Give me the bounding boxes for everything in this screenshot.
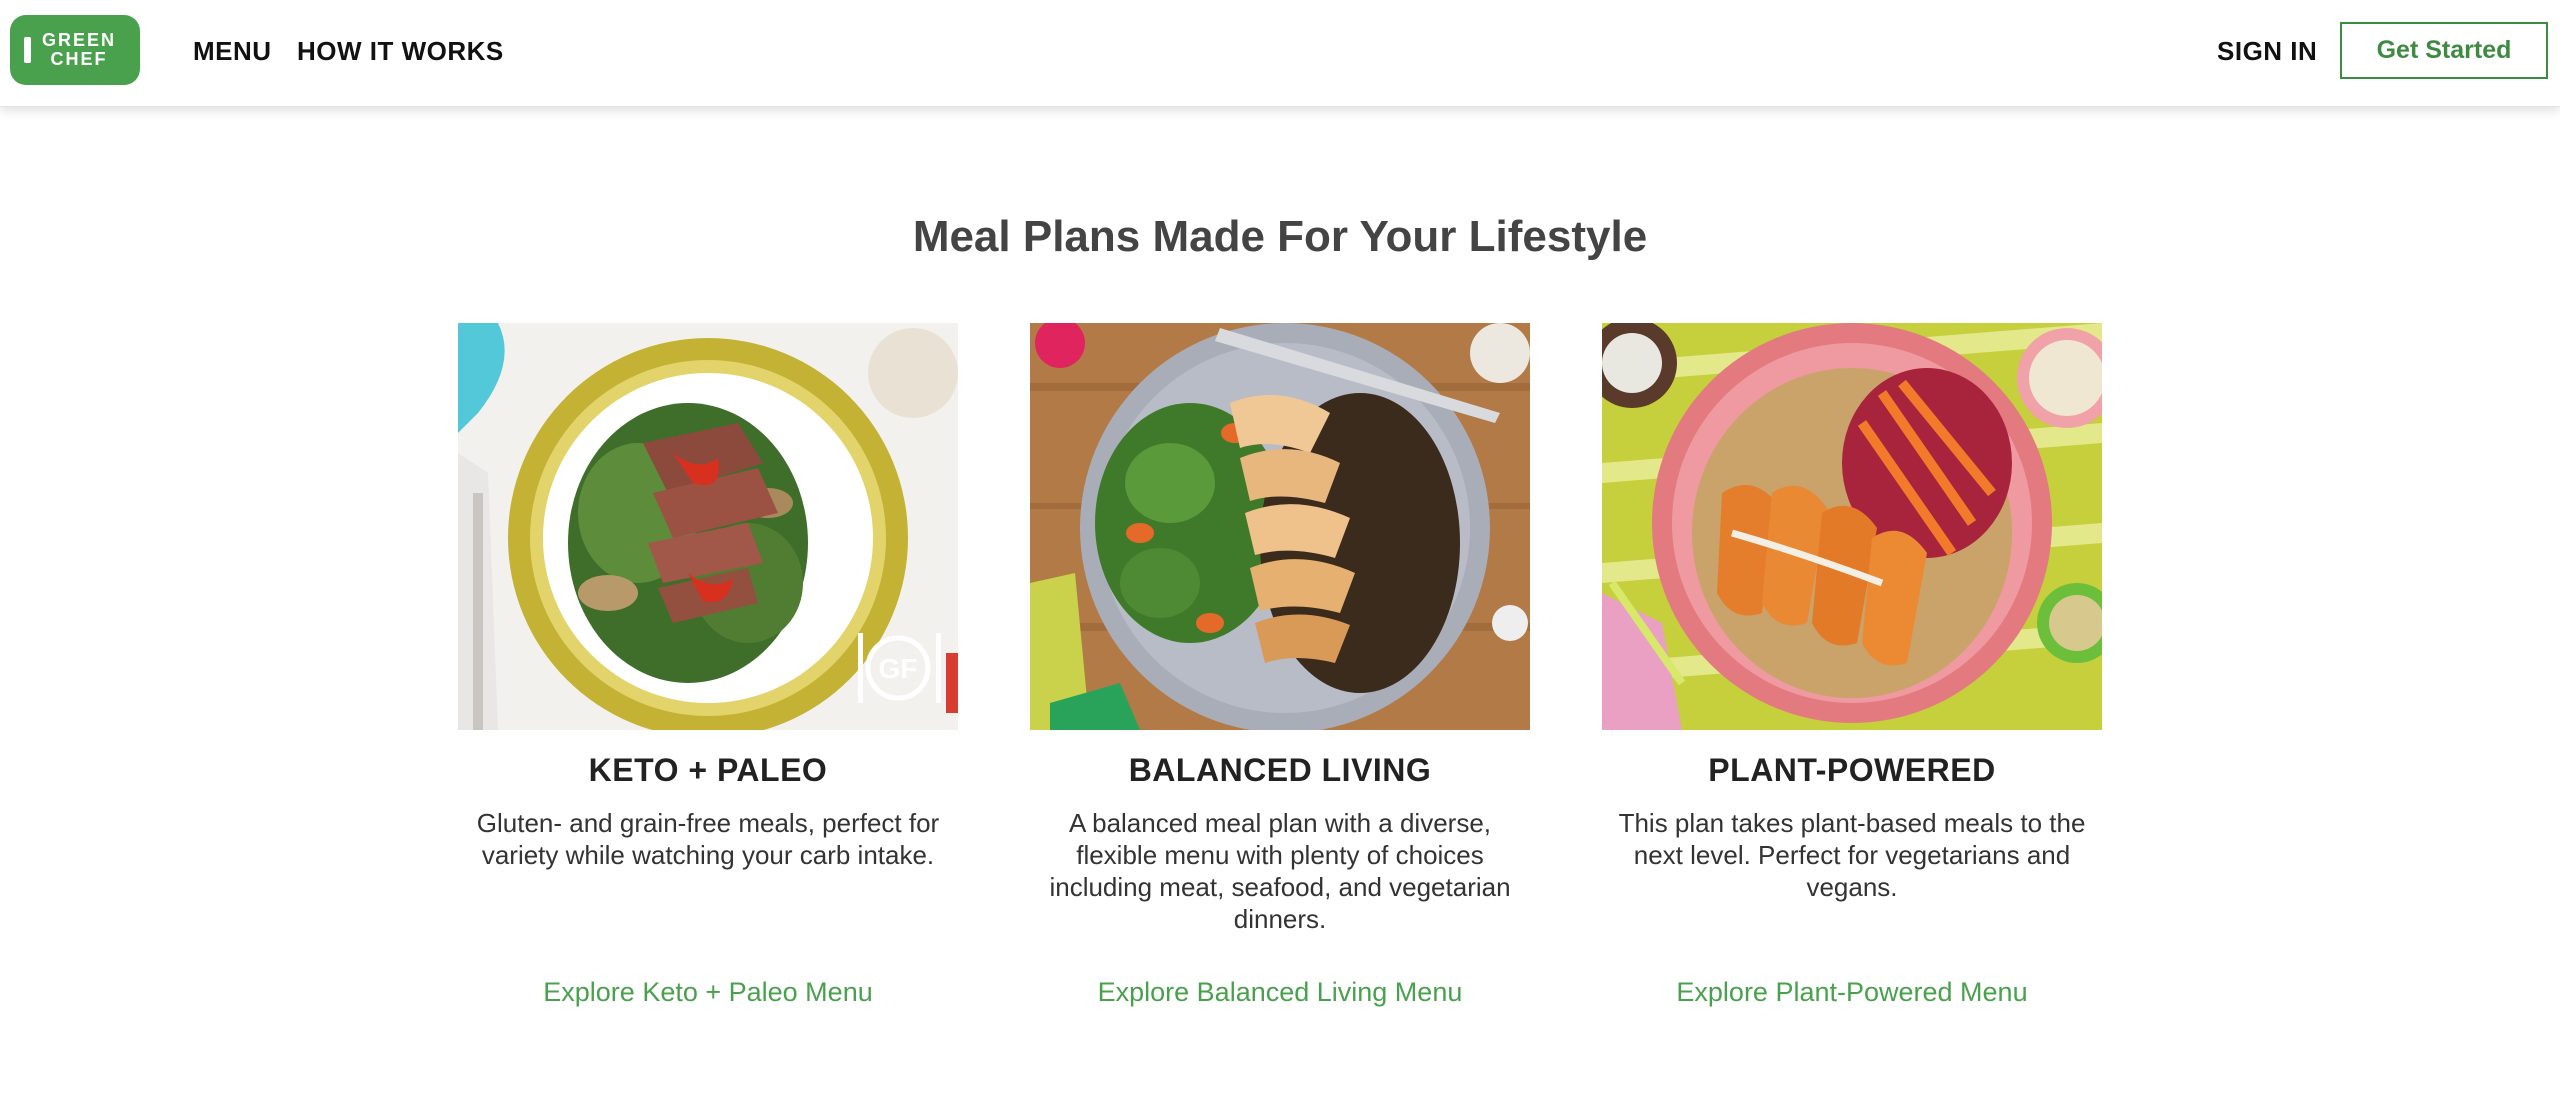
- card-title: BALANCED LIVING: [1128, 752, 1432, 788]
- logo-text: GREEN CHEF: [41, 30, 116, 69]
- plan-card-plant-powered: PLANT-POWERED This plan takes plant-base…: [1602, 323, 2102, 1007]
- green-chef-logo[interactable]: GREEN CHEF: [10, 15, 140, 85]
- nav-how-it-works-link[interactable]: HOW IT WORKS: [297, 36, 504, 67]
- balanced-living-meal-image: [1030, 323, 1530, 730]
- explore-balanced-living-link[interactable]: Explore Balanced Living Menu: [1030, 977, 1530, 1008]
- plan-card-keto-paleo: GF KETO + PALEO Gluten- and grain-free m…: [458, 323, 958, 1007]
- card-title: KETO + PALEO: [588, 752, 828, 788]
- keto-paleo-meal-image: GF: [458, 323, 958, 730]
- card-title: PLANT-POWERED: [1708, 752, 1996, 788]
- plant-powered-meal-image: [1602, 323, 2102, 730]
- page-title: Meal Plans Made For Your Lifestyle: [912, 212, 1648, 261]
- sign-in-link[interactable]: SIGN IN: [2217, 36, 2317, 67]
- get-started-button[interactable]: Get Started: [2340, 22, 2548, 79]
- card-description: Gluten- and grain-free meals, perfect fo…: [476, 808, 940, 870]
- plan-card-balanced-living: BALANCED LIVING A balanced meal plan wit…: [1030, 323, 1530, 1007]
- card-description: A balanced meal plan with a diverse, fle…: [1049, 808, 1511, 934]
- gluten-free-badge-icon: GF: [879, 653, 918, 684]
- nav-menu-link[interactable]: MENU: [193, 36, 272, 67]
- explore-plant-powered-link[interactable]: Explore Plant-Powered Menu: [1602, 977, 2102, 1008]
- site-header: GREEN CHEF MENU HOW IT WORKS SIGN IN Get…: [0, 0, 2560, 107]
- logo-bar-icon: [24, 37, 31, 63]
- card-description: This plan takes plant-based meals to the…: [1618, 808, 2086, 902]
- explore-keto-paleo-link[interactable]: Explore Keto + Paleo Menu: [458, 977, 958, 1008]
